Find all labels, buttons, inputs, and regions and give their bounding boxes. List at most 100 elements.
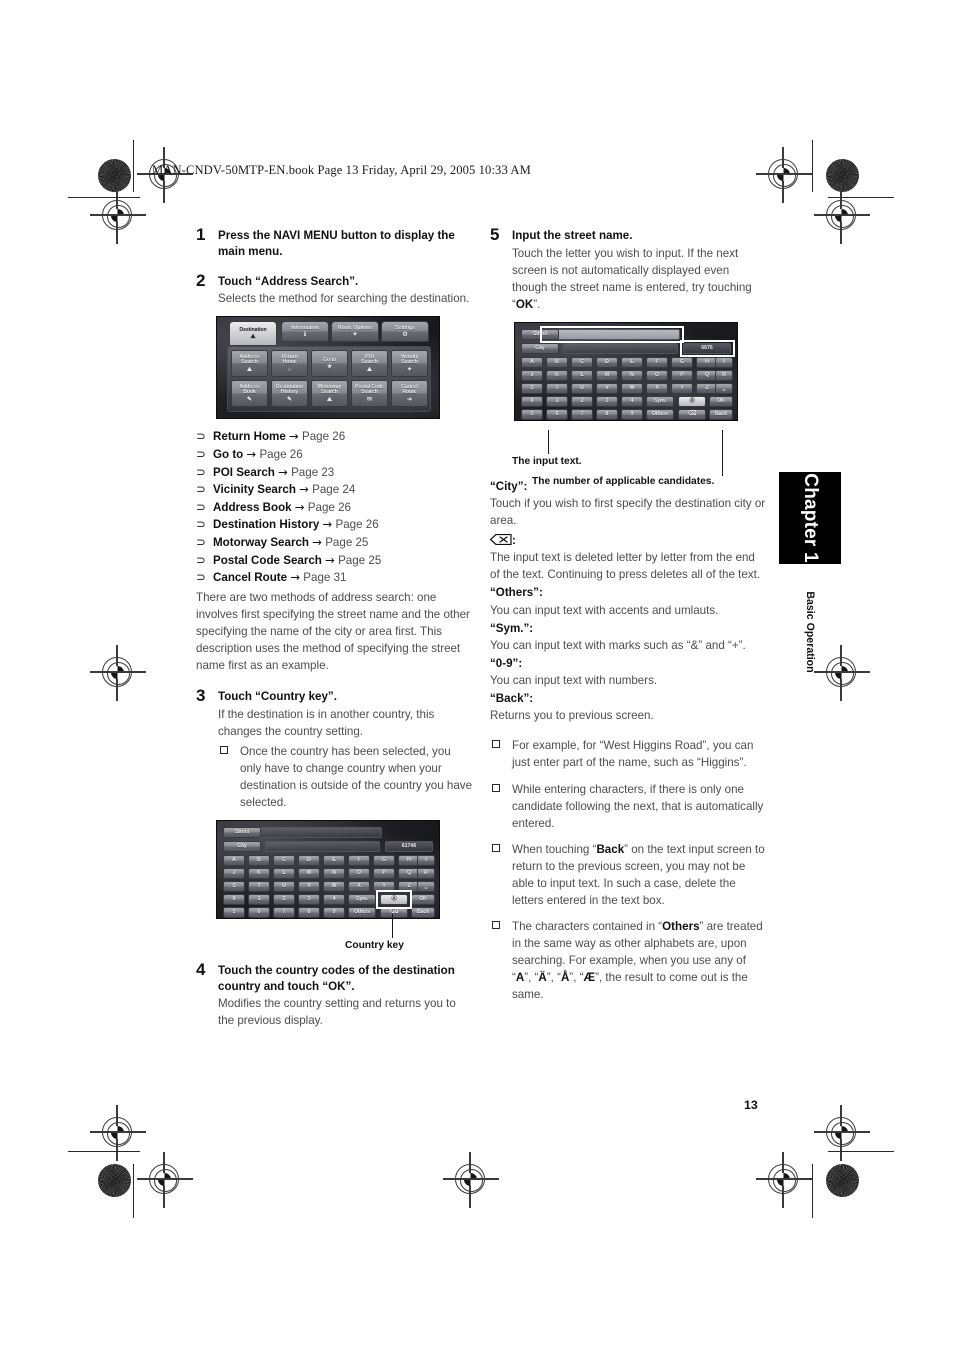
kbd1-key-2[interactable]: 2 — [273, 893, 295, 905]
kbd2-key-X[interactable]: X — [646, 382, 668, 394]
kbd2-key-M[interactable]: M — [596, 369, 618, 381]
kbd1-key-I[interactable]: I — [417, 854, 435, 866]
kbd1-key-sym[interactable]: Sym. — [348, 893, 376, 905]
kbd1-street-field[interactable] — [245, 826, 382, 838]
kbd1-key-Y[interactable]: Y — [373, 880, 395, 892]
kbd1-key-V[interactable]: V — [298, 880, 320, 892]
kbd2-key-G[interactable]: G — [671, 356, 693, 368]
kbd2-key-B[interactable]: B — [546, 356, 568, 368]
kbd2-key-U[interactable]: U — [571, 382, 593, 394]
kbd2-street-button[interactable]: Street — [521, 328, 559, 340]
kbd2-key-7[interactable]: 7 — [571, 408, 593, 420]
kbd2-key-F[interactable]: F — [646, 356, 668, 368]
kbd2-city-field[interactable] — [563, 342, 678, 354]
kbd2-key-back[interactable]: Back — [709, 408, 733, 420]
kbd2-key-4[interactable]: 4 — [621, 395, 643, 407]
kbd2-key-8[interactable]: 8 — [596, 408, 618, 420]
kbd2-key-5[interactable]: 5 — [521, 408, 543, 420]
kbd2-key-ok[interactable]: OK — [709, 395, 733, 407]
nav-button-address-book[interactable]: Address Book ✎ — [231, 380, 268, 408]
kbd2-key-3[interactable]: 3 — [596, 395, 618, 407]
kbd1-key-G[interactable]: G — [373, 854, 395, 866]
kbd2-key-I[interactable]: I — [715, 356, 733, 368]
kbd1-key-B[interactable]: B — [248, 854, 270, 866]
kbd1-backspace-icon[interactable]: ⌫ — [380, 906, 408, 918]
kbd1-key-J[interactable]: J — [223, 867, 245, 879]
kbd1-city-field[interactable] — [265, 840, 380, 852]
kbd1-country-key[interactable]: Ⓐ — [380, 893, 408, 905]
nav-button-vicinity-search[interactable]: Vicinity Search ✦ — [391, 350, 428, 378]
kbd2-key-space[interactable]: ⎵ — [715, 382, 733, 394]
kbd1-city-button[interactable]: City — [223, 840, 261, 852]
kbd1-key-7[interactable]: 7 — [273, 906, 295, 918]
kbd2-key-R[interactable]: R — [715, 369, 733, 381]
kbd1-key-6[interactable]: 6 — [248, 906, 270, 918]
kbd1-key-C[interactable]: C — [273, 854, 295, 866]
kbd2-key-L[interactable]: L — [571, 369, 593, 381]
kbd2-key-C[interactable]: C — [571, 356, 593, 368]
kbd1-key-M[interactable]: M — [298, 867, 320, 879]
kbd2-key-S[interactable]: S — [521, 382, 543, 394]
kbd1-key-R[interactable]: R — [417, 867, 435, 879]
kbd1-key-T[interactable]: T — [248, 880, 270, 892]
kbd1-key-0[interactable]: 0 — [223, 893, 245, 905]
kbd2-key-P[interactable]: P — [671, 369, 693, 381]
kbd1-key-8[interactable]: 8 — [298, 906, 320, 918]
kbd1-key-4[interactable]: 4 — [323, 893, 345, 905]
kbd1-key-ok[interactable]: OK — [411, 893, 435, 905]
kbd2-key-0[interactable]: 0 — [521, 395, 543, 407]
kbd1-key-A[interactable]: A — [223, 854, 245, 866]
nav-button-address-search[interactable]: Address Search ⛰ — [231, 350, 268, 378]
nav-button-go-to[interactable]: Go to ★ — [311, 350, 348, 378]
kbd2-key-9[interactable]: 9 — [621, 408, 643, 420]
kbd1-key-S[interactable]: S — [223, 880, 245, 892]
kbd1-key-E[interactable]: E — [323, 854, 345, 866]
nav-tab-route-options[interactable]: Route Options ✦ — [331, 321, 379, 343]
kbd2-street-field[interactable]: MA — [543, 328, 680, 340]
kbd2-key-others[interactable]: Others — [646, 408, 674, 420]
nav-tab-settings[interactable]: Settings ⚙ — [381, 321, 429, 343]
kbd2-key-K[interactable]: K — [546, 369, 568, 381]
kbd2-backspace-icon[interactable]: ⌫ — [678, 408, 706, 420]
kbd2-key-E[interactable]: E — [621, 356, 643, 368]
kbd2-key-W[interactable]: W — [621, 382, 643, 394]
nav-button-poi-search[interactable]: POI Search ⛰ — [351, 350, 388, 378]
kbd1-key-W[interactable]: W — [323, 880, 345, 892]
kbd1-key-back[interactable]: Back — [411, 906, 435, 918]
nav-button-return-home[interactable]: Return Home ⌂ — [271, 350, 308, 378]
kbd1-key-K[interactable]: K — [248, 867, 270, 879]
kbd1-key-D[interactable]: D — [298, 854, 320, 866]
nav-button-destination-history[interactable]: Destination History ✎ — [271, 380, 308, 408]
nav-button-postal-code-search[interactable]: Postal Code Search ✉ — [351, 380, 388, 408]
kbd2-key-A[interactable]: A — [521, 356, 543, 368]
kbd2-key-6[interactable]: 6 — [546, 408, 568, 420]
kbd2-key-O[interactable]: O — [646, 369, 668, 381]
nav-button-cancel-route[interactable]: Cancel Route ➜ — [391, 380, 428, 408]
kbd1-key-5[interactable]: 5 — [223, 906, 245, 918]
nav-tab-information[interactable]: Information ℹ — [281, 321, 329, 343]
kbd2-city-button[interactable]: City — [521, 342, 559, 354]
kbd2-key-T[interactable]: T — [546, 382, 568, 394]
kbd2-key-V[interactable]: V — [596, 382, 618, 394]
nav-button-motorway-search[interactable]: Motorway Search ⛰ — [311, 380, 348, 408]
kbd1-key-N[interactable]: N — [323, 867, 345, 879]
kbd2-key-sym[interactable]: Sym. — [646, 395, 674, 407]
kbd2-country-key[interactable]: Ⓓ — [678, 395, 706, 407]
kbd1-key-space[interactable]: ⎵ — [417, 880, 435, 892]
kbd2-key-D[interactable]: D — [596, 356, 618, 368]
kbd1-key-9[interactable]: 9 — [323, 906, 345, 918]
kbd1-key-L[interactable]: L — [273, 867, 295, 879]
kbd1-key-U[interactable]: U — [273, 880, 295, 892]
nav-tab-destination[interactable]: Destination ⛰ — [229, 321, 277, 347]
kbd2-key-1[interactable]: 1 — [546, 395, 568, 407]
kbd1-key-3[interactable]: 3 — [298, 893, 320, 905]
kbd1-key-F[interactable]: F — [348, 854, 370, 866]
kbd2-key-J[interactable]: J — [521, 369, 543, 381]
kbd1-street-button[interactable]: Street — [223, 826, 261, 838]
kbd1-key-P[interactable]: P — [373, 867, 395, 879]
kbd1-key-O[interactable]: O — [348, 867, 370, 879]
kbd2-key-Y[interactable]: Y — [671, 382, 693, 394]
kbd1-key-others[interactable]: Others — [348, 906, 376, 918]
kbd1-key-X[interactable]: X — [348, 880, 370, 892]
kbd1-key-1[interactable]: 1 — [248, 893, 270, 905]
